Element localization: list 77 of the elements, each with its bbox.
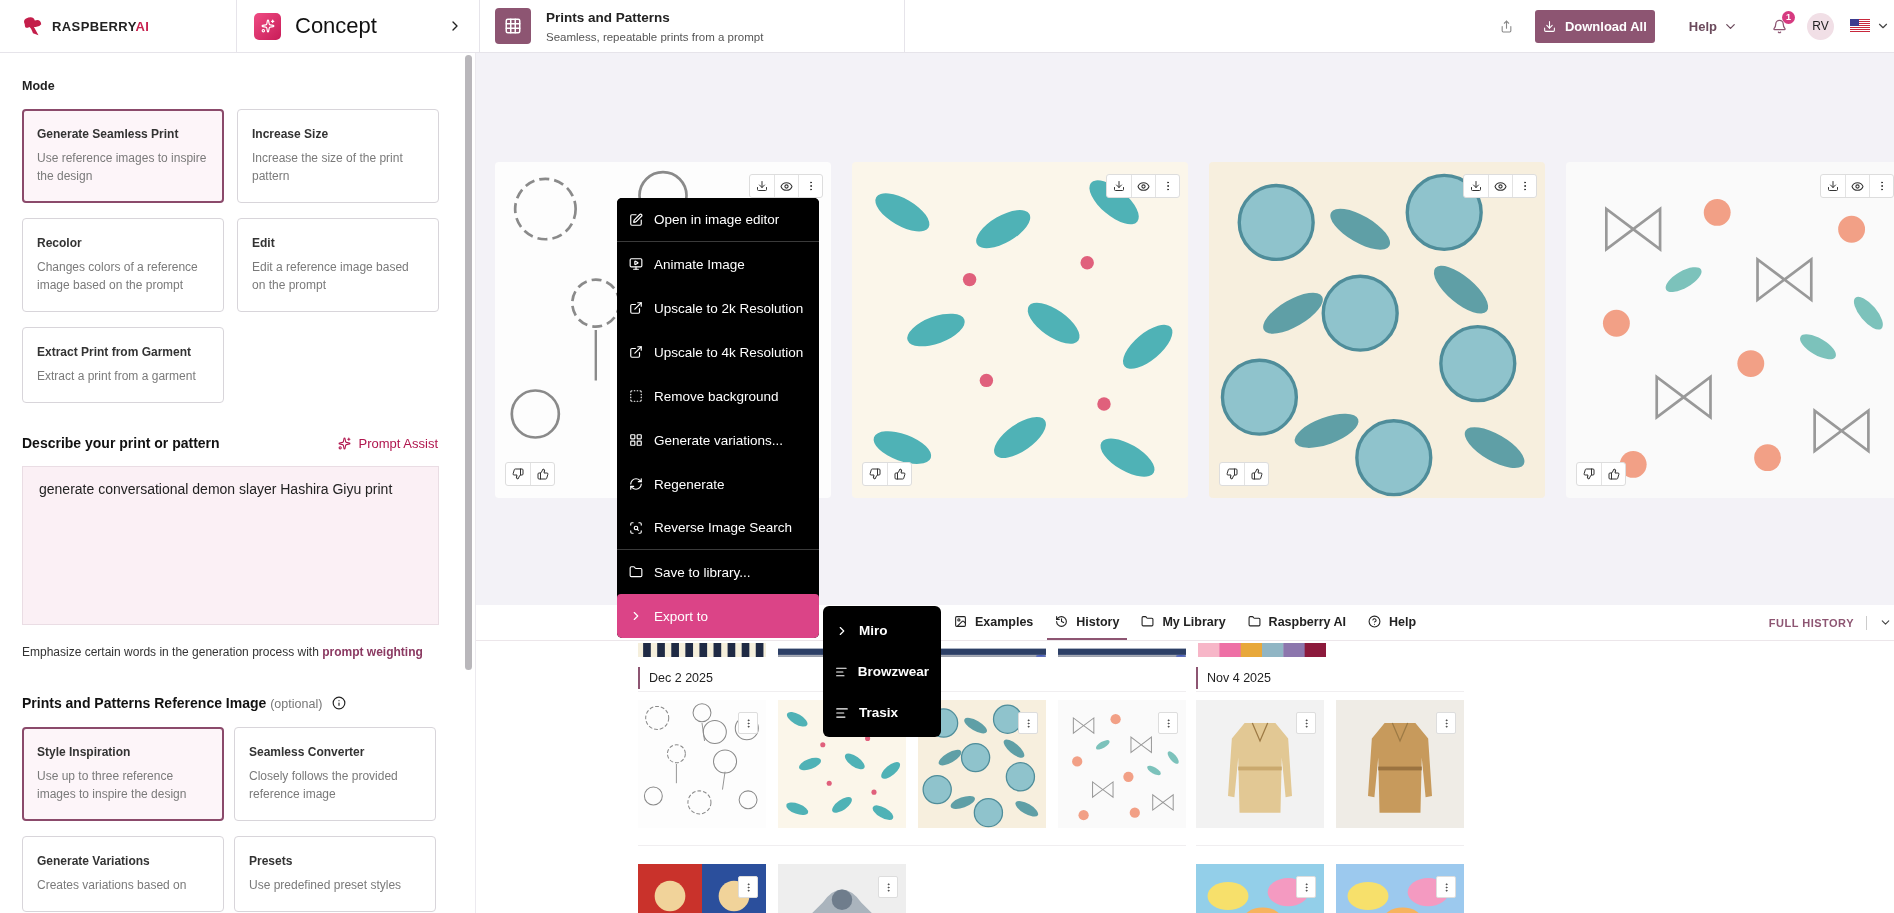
tool-title: Prints and Patterns [546, 9, 671, 25]
hint-text: Emphasize certain words in the generation process with prompt weighting [22, 645, 424, 659]
mode-card[interactable]: Edit Edit a reference image based on the prompt [237, 218, 439, 312]
prompt-assist-button[interactable]: Prompt Assist [337, 435, 438, 451]
grid-icon [495, 8, 531, 44]
thumbs-up-icon [1607, 468, 1620, 480]
prompt-field[interactable]: generate conversational demon slayer Hashira Giyu print [22, 466, 439, 625]
play-screen-icon [629, 257, 643, 271]
external-link-icon [629, 301, 643, 315]
mode-card[interactable]: Recolor Changes colors of a reference image based on the prompt [22, 218, 224, 312]
reference-heading: Prints and Patterns Reference Image (optional) [22, 695, 323, 711]
eye-icon [1137, 179, 1150, 193]
sparkle-icon [337, 436, 351, 450]
thumbs-down-icon [1583, 468, 1595, 480]
help-menu-button[interactable]: Help [1684, 14, 1742, 38]
bell-icon [1772, 18, 1787, 34]
mode-card[interactable]: Seamless Converter Closely follows the provided reference image [234, 727, 436, 821]
mode-card[interactable]: Style Inspiration Use up to three reference images to inspire the design [22, 727, 224, 821]
full-history-link[interactable]: FULL HISTORY [1768, 616, 1854, 629]
mode-card[interactable]: Presets Use predefined preset styles [234, 836, 436, 912]
dashed-square-icon [629, 389, 643, 403]
image-search-icon [629, 520, 643, 535]
scrollbar[interactable] [465, 55, 472, 670]
thumbs-up-icon [893, 468, 906, 480]
prompt-heading: Describe your print or pattern [22, 435, 220, 451]
folder-icon [1141, 615, 1155, 628]
download-icon [1827, 180, 1839, 192]
thumbs-down-icon [869, 468, 881, 480]
user-avatar[interactable]: RV [1807, 12, 1834, 40]
refresh-icon [629, 477, 643, 491]
download-icon [756, 180, 768, 192]
history-tab[interactable]: History [1047, 605, 1128, 640]
mode-card[interactable]: Generate Variations Creates variations based on [22, 836, 224, 912]
raspberry-logo-icon [22, 15, 44, 37]
image-icon [953, 615, 967, 628]
notification-count: 1 [1782, 10, 1795, 24]
history-tab[interactable]: Help [1359, 605, 1425, 640]
submenu-item[interactable]: Miro [823, 610, 941, 651]
history-tab[interactable]: Examples [945, 605, 1042, 640]
folder-icon [1247, 615, 1261, 628]
folder-icon [629, 565, 643, 579]
thumbs-down-icon [512, 468, 524, 480]
tool-subtitle: Seamless, repeatable prints from a prompt [546, 30, 764, 43]
history-icon [1055, 615, 1069, 628]
share-icon[interactable] [1499, 19, 1513, 33]
menu-item[interactable]: Export to [617, 594, 819, 638]
info-icon[interactable] [332, 696, 347, 710]
submenu-item[interactable]: Browzwear [823, 651, 941, 692]
flag-icon[interactable] [1850, 19, 1870, 33]
prompt-weighting-link[interactable]: prompt weighting [322, 645, 423, 659]
thumbs-up-icon [536, 468, 549, 480]
logo-wordmark: RASPBERRYAI [52, 18, 150, 34]
thumbs-up-icon [1250, 468, 1263, 480]
download-icon [1113, 180, 1125, 192]
help-icon [1367, 615, 1381, 628]
history-tab[interactable]: Raspberry AI [1239, 605, 1354, 640]
eye-icon [780, 179, 793, 193]
download-all-button[interactable]: Download All [1534, 9, 1655, 43]
eye-icon [1494, 179, 1507, 193]
lines-icon [835, 705, 849, 720]
grid-icon [629, 433, 643, 447]
mode-card[interactable]: Extract Print from Garment Extract a print from a garment [22, 327, 224, 403]
menu-item[interactable]: Open in image editor [617, 198, 819, 242]
mode-card[interactable]: Increase Size Increase the size of the print pattern [237, 109, 439, 203]
download-icon [1542, 19, 1556, 33]
section-label: Mode [22, 79, 56, 93]
mode-card[interactable]: Generate Seamless Print Use reference images to inspire the design [22, 109, 224, 203]
history-tab[interactable]: My Library [1133, 605, 1234, 640]
eye-icon [1851, 179, 1864, 193]
sparkle-icon [254, 12, 281, 40]
download-icon [1470, 180, 1482, 192]
thumbs-down-icon [1226, 468, 1238, 480]
date-label: Nov 4 2025 [1196, 667, 1456, 689]
pencil-square-icon [629, 212, 643, 227]
external-link-icon [629, 345, 643, 359]
submenu-item[interactable]: Trasix [823, 692, 941, 733]
section-title: Concept [295, 13, 378, 39]
